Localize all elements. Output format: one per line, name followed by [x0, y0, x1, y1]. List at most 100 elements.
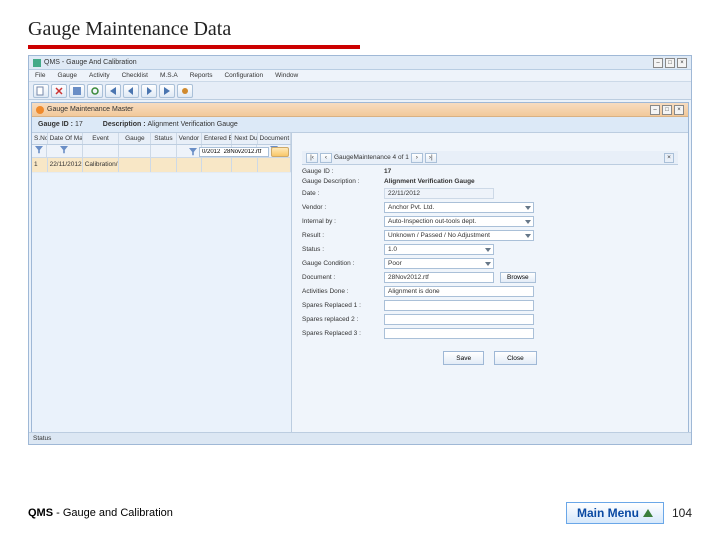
nav-last-icon[interactable]: ›|	[425, 153, 437, 163]
col-date[interactable]: Date Of Maintenance	[48, 133, 83, 144]
toolbar-refresh-icon[interactable]	[87, 84, 103, 98]
detail-form: |‹ ‹ GaugeMaintenance 4 of 1 › ›| × Gaug…	[292, 133, 688, 433]
col-status[interactable]: Status	[151, 133, 176, 144]
page-number: 104	[672, 506, 692, 520]
menu-activity[interactable]: Activity	[89, 72, 110, 79]
toolbar-save-icon[interactable]	[69, 84, 85, 98]
toolbar-prev-icon[interactable]	[123, 84, 139, 98]
form-internal-label: Internal by :	[302, 218, 384, 225]
main-menu-button[interactable]: Main Menu	[566, 502, 664, 524]
spares1-field[interactable]	[384, 300, 534, 311]
form-desc: Alignment Verification Gauge	[384, 178, 475, 185]
funnel-icon[interactable]	[189, 148, 197, 156]
doc-filter-button[interactable]	[271, 147, 289, 157]
form-spares2-label: Spares replaced 2 :	[302, 316, 384, 323]
toolbar-gear-icon[interactable]	[177, 84, 193, 98]
main-menu-label: Main Menu	[577, 506, 639, 520]
funnel-icon[interactable]	[35, 146, 43, 154]
form-desc-label: Gauge Description :	[302, 178, 384, 185]
inner-close-icon[interactable]: ×	[674, 105, 684, 115]
maximize-icon[interactable]: □	[665, 58, 675, 68]
toolbar-first-icon[interactable]	[105, 84, 121, 98]
funnel-icon[interactable]	[60, 146, 68, 154]
toolbar-next-icon[interactable]	[141, 84, 157, 98]
form-gauge-id: 17	[384, 168, 391, 175]
toolbar-delete-icon[interactable]	[51, 84, 67, 98]
col-vendor[interactable]: Vendor	[177, 133, 202, 144]
form-spares1-label: Spares Replaced 1 :	[302, 302, 384, 309]
inner-maximize-icon[interactable]: □	[662, 105, 672, 115]
form-date-label: Date :	[302, 190, 384, 197]
menu-msa[interactable]: M.S.A	[160, 72, 178, 79]
gauge-id-value: 17	[75, 121, 83, 128]
close-icon[interactable]: ×	[677, 58, 687, 68]
save-button[interactable]: Save	[443, 351, 484, 365]
cell-sno: 1	[32, 158, 48, 172]
col-sno[interactable]: S.No.	[32, 133, 48, 144]
toolbar	[29, 82, 691, 100]
toolbar-last-icon[interactable]	[159, 84, 175, 98]
browse-button[interactable]: Browse	[500, 272, 536, 283]
internal-combo[interactable]: Auto-Inspection out-tools dept.	[384, 216, 534, 227]
menu-file[interactable]: File	[35, 72, 45, 79]
outer-titlebar: QMS - Gauge And Calibration – □ ×	[29, 56, 691, 70]
nav-first-icon[interactable]: |‹	[306, 153, 318, 163]
col-gauge[interactable]: Gauge	[119, 133, 151, 144]
spares2-field[interactable]	[384, 314, 534, 325]
form-cond-label: Gauge Condition :	[302, 260, 384, 267]
form-gauge-id-label: Gauge ID :	[302, 168, 384, 175]
document-field[interactable]: 28Nov2012.rtf	[384, 272, 494, 283]
condition-combo[interactable]: Poor	[384, 258, 494, 269]
form-vendor-label: Vendor :	[302, 204, 384, 211]
result-combo[interactable]: Unknown / Passed / No Adjustment	[384, 230, 534, 241]
nav-next-icon[interactable]: ›	[411, 153, 423, 163]
inner-minimize-icon[interactable]: –	[650, 105, 660, 115]
form-status-label: Status :	[302, 246, 384, 253]
form-doc-label: Document :	[302, 274, 384, 281]
col-entered[interactable]: Entered By	[202, 133, 232, 144]
table-row[interactable]: 1 22/11/2012 Calibration/Preventive/Adju…	[32, 158, 291, 173]
col-event[interactable]: Event	[83, 133, 120, 144]
spares3-field[interactable]	[384, 328, 534, 339]
cell-date: 22/11/2012	[48, 158, 83, 172]
menu-config[interactable]: Configuration	[224, 72, 263, 79]
grid-header: S.No. Date Of Maintenance Event Gauge St…	[32, 133, 291, 145]
date-field[interactable]: 22/11/2012	[384, 188, 494, 199]
slide-footer: QMS - Gauge and Calibration Main Menu 10…	[28, 502, 692, 524]
menu-window[interactable]: Window	[275, 72, 298, 79]
app-icon	[33, 59, 41, 67]
gauge-id-label: Gauge ID :	[38, 121, 73, 128]
footer-app: QMS	[28, 507, 53, 519]
footer-module: - Gauge and Calibration	[53, 507, 173, 519]
col-doc[interactable]: Document	[258, 133, 291, 144]
description-value: Alignment Verification Gauge	[148, 121, 238, 128]
slide-title: Gauge Maintenance Data	[28, 18, 692, 41]
cell-event: Calibration/Preventive/Adjustment	[83, 158, 120, 172]
minimize-icon[interactable]: –	[653, 58, 663, 68]
vendor-combo[interactable]: Anchor Pvt. Ltd.	[384, 202, 534, 213]
inner-window-title: Gauge Maintenance Master	[47, 106, 133, 113]
header-row: Gauge ID : 17 Description : Alignment Ve…	[32, 117, 688, 133]
status-combo[interactable]: 1.0	[384, 244, 494, 255]
menu-reports[interactable]: Reports	[190, 72, 213, 79]
inner-titlebar: Gauge Maintenance Master – □ ×	[32, 103, 688, 117]
toolbar-new-icon[interactable]	[33, 84, 49, 98]
form-action-label: Activities Done :	[302, 288, 384, 295]
menu-gauge[interactable]: Gauge	[57, 72, 77, 79]
close-button[interactable]: Close	[494, 351, 537, 365]
title-divider	[28, 45, 360, 49]
inner-window-icon	[36, 106, 44, 114]
activities-field[interactable]: Alignment is done	[384, 286, 534, 297]
menu-checklist[interactable]: Checklist	[122, 72, 148, 79]
up-arrow-icon	[643, 509, 653, 517]
doc-filter-input[interactable]	[199, 147, 269, 157]
nav-close-icon[interactable]: ×	[664, 153, 674, 163]
col-next[interactable]: Next Due	[232, 133, 257, 144]
form-result-label: Result :	[302, 232, 384, 239]
form-spares3-label: Spares Replaced 3 :	[302, 330, 384, 337]
nav-prev-icon[interactable]: ‹	[320, 153, 332, 163]
record-navigator: |‹ ‹ GaugeMaintenance 4 of 1 › ›| ×	[302, 151, 678, 165]
outer-window-title: QMS - Gauge And Calibration	[44, 59, 137, 66]
description-label: Description :	[103, 121, 146, 128]
statusbar: Status	[29, 432, 691, 444]
